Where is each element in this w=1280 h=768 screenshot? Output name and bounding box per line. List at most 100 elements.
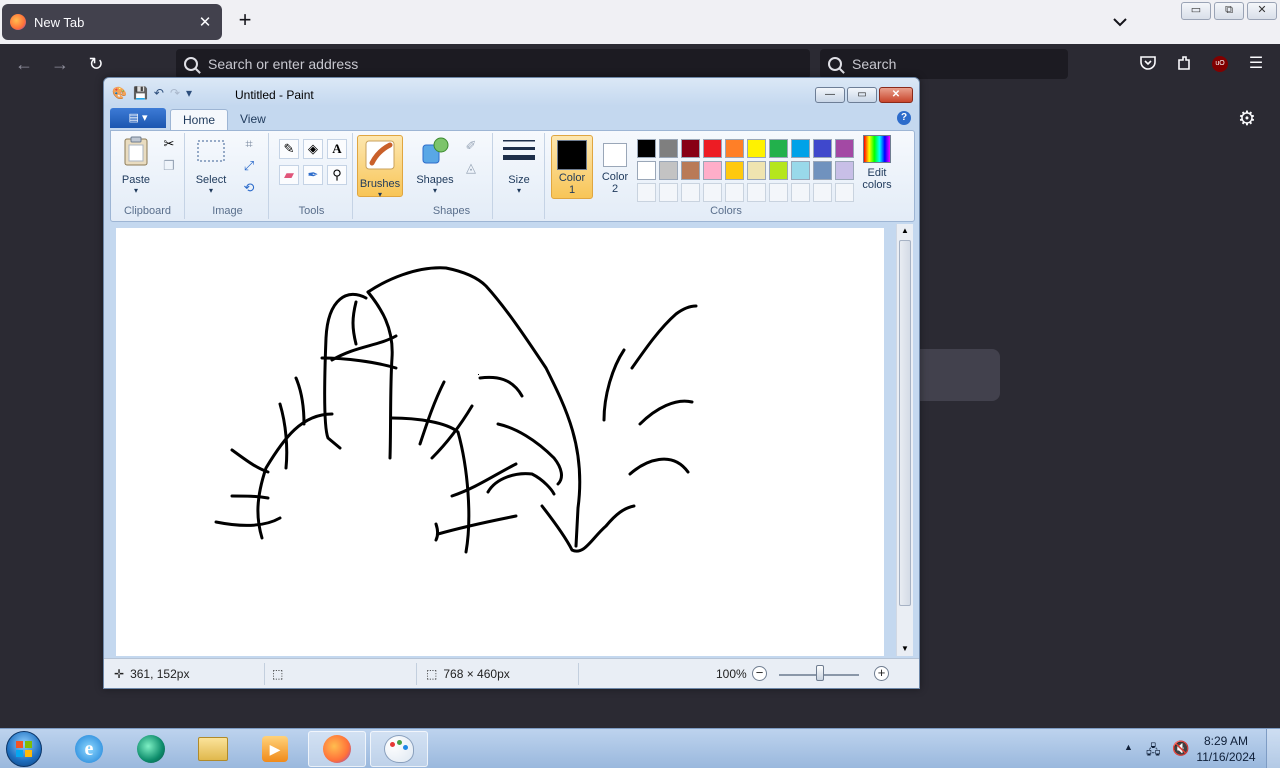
gear-icon[interactable]: ⚙: [1238, 106, 1256, 131]
new-tab-button[interactable]: +: [234, 9, 256, 32]
tab-home[interactable]: Home: [170, 109, 229, 130]
palette-swatch[interactable]: [835, 139, 854, 158]
network-icon[interactable]: 🖧: [1146, 741, 1161, 763]
palette-swatch[interactable]: [703, 139, 722, 158]
customize-qat-icon[interactable]: ▾: [186, 86, 192, 100]
palette-swatch[interactable]: [813, 139, 832, 158]
color-picker-icon[interactable]: ✒: [303, 165, 323, 185]
color1-button[interactable]: Color 1: [551, 135, 593, 199]
palette-swatch[interactable]: [725, 139, 744, 158]
palette-swatch[interactable]: [769, 161, 788, 180]
menu-icon[interactable]: ☰: [1246, 54, 1266, 74]
shapes-button[interactable]: Shapes ▾: [413, 135, 457, 195]
redo-icon[interactable]: ↷: [170, 86, 180, 100]
palette-swatch[interactable]: [637, 139, 656, 158]
zoom-in-icon[interactable]: +: [874, 666, 889, 681]
extensions-icon[interactable]: [1174, 54, 1194, 74]
vertical-scrollbar[interactable]: ▲ ▼: [896, 224, 913, 656]
custom-color-slot[interactable]: [835, 183, 854, 202]
text-tool-icon[interactable]: A: [327, 139, 347, 159]
scroll-thumb[interactable]: [899, 240, 911, 606]
palette-swatch[interactable]: [681, 139, 700, 158]
tab-view[interactable]: View: [228, 109, 278, 130]
zoom-slider-thumb[interactable]: [816, 665, 824, 681]
resize-icon[interactable]: ⤢: [239, 157, 259, 177]
volume-muted-icon[interactable]: 🔇: [1172, 740, 1189, 757]
drawing-canvas[interactable]: [116, 228, 884, 656]
pencil-icon[interactable]: ✎: [279, 139, 299, 159]
fill-bucket-icon[interactable]: ◈: [303, 139, 323, 159]
custom-color-slot[interactable]: [813, 183, 832, 202]
reload-button[interactable]: ↻: [86, 54, 106, 74]
palette-swatch[interactable]: [703, 161, 722, 180]
taskbar-firefox[interactable]: [308, 731, 366, 767]
custom-color-slot[interactable]: [681, 183, 700, 202]
show-desktop-button[interactable]: [1266, 729, 1280, 768]
palette-swatch[interactable]: [659, 139, 678, 158]
forward-button[interactable]: →: [50, 54, 70, 74]
custom-color-slot[interactable]: [659, 183, 678, 202]
magnifier-icon[interactable]: ⚲: [327, 165, 347, 185]
cut-icon[interactable]: ✂: [159, 135, 179, 155]
restore-button[interactable]: ⧉: [1214, 2, 1244, 20]
palette-swatch[interactable]: [791, 161, 810, 180]
pocket-icon[interactable]: [1138, 54, 1158, 74]
custom-color-slot[interactable]: [791, 183, 810, 202]
url-bar[interactable]: Search or enter address: [176, 49, 810, 79]
fill-icon[interactable]: ◬: [461, 159, 481, 179]
palette-swatch[interactable]: [747, 161, 766, 180]
taskbar-media-app[interactable]: [122, 731, 180, 767]
scroll-down-icon[interactable]: ▼: [897, 642, 913, 656]
new-tab-tile[interactable]: [920, 349, 1000, 401]
rotate-icon[interactable]: ⟲: [239, 179, 259, 199]
color2-button[interactable]: Color 2: [595, 135, 635, 199]
back-button[interactable]: ←: [14, 54, 34, 74]
palette-swatch[interactable]: [769, 139, 788, 158]
copy-icon[interactable]: ❐: [159, 157, 179, 177]
file-menu-button[interactable]: ▤ ▾: [110, 108, 166, 128]
chevron-down-icon[interactable]: [1110, 12, 1130, 32]
crop-icon[interactable]: ⌗: [239, 135, 259, 155]
taskbar-media-player[interactable]: ▶: [246, 731, 304, 767]
start-button[interactable]: [6, 731, 42, 767]
taskbar-paint[interactable]: [370, 731, 428, 767]
outline-icon[interactable]: ✐: [461, 137, 481, 157]
taskbar-file-explorer[interactable]: [184, 731, 242, 767]
help-icon[interactable]: ?: [897, 111, 911, 125]
paste-dropdown-icon[interactable]: ▾: [117, 186, 155, 195]
select-button[interactable]: Select ▾: [191, 135, 231, 195]
custom-color-slot[interactable]: [747, 183, 766, 202]
minimize-button[interactable]: ▭: [1181, 2, 1211, 20]
palette-swatch[interactable]: [681, 161, 700, 180]
close-window-button[interactable]: ✕: [1247, 2, 1277, 20]
show-hidden-icons-icon[interactable]: ▲: [1124, 742, 1133, 752]
palette-swatch[interactable]: [813, 161, 832, 180]
taskbar-internet-explorer[interactable]: e: [60, 731, 118, 767]
ublock-icon[interactable]: uO: [1212, 56, 1228, 72]
undo-icon[interactable]: ↶: [154, 86, 164, 100]
paste-button[interactable]: Paste ▾: [117, 135, 155, 195]
save-icon[interactable]: 💾: [133, 86, 148, 100]
custom-color-slot[interactable]: [769, 183, 788, 202]
custom-color-slot[interactable]: [637, 183, 656, 202]
paint-minimize-button[interactable]: —: [815, 87, 845, 103]
palette-swatch[interactable]: [747, 139, 766, 158]
select-dropdown-icon[interactable]: ▾: [191, 186, 231, 195]
paint-close-button[interactable]: ✕: [879, 87, 913, 103]
eraser-icon[interactable]: ▰: [279, 165, 299, 185]
palette-swatch[interactable]: [725, 161, 744, 180]
zoom-out-icon[interactable]: −: [752, 666, 767, 681]
scroll-up-icon[interactable]: ▲: [897, 224, 913, 238]
system-clock[interactable]: 8:29 AM 11/16/2024: [1196, 733, 1256, 765]
edit-colors-button[interactable]: Edit colors: [855, 135, 899, 191]
close-tab-icon[interactable]: ✕: [196, 13, 214, 31]
palette-swatch[interactable]: [835, 161, 854, 180]
custom-color-slot[interactable]: [725, 183, 744, 202]
brushes-button[interactable]: Brushes ▾: [357, 135, 403, 199]
custom-color-slot[interactable]: [703, 183, 722, 202]
paint-maximize-button[interactable]: ▭: [847, 87, 877, 103]
size-button[interactable]: Size ▾: [499, 135, 539, 195]
search-bar[interactable]: Search: [820, 49, 1068, 79]
palette-swatch[interactable]: [791, 139, 810, 158]
shapes-dropdown-icon[interactable]: ▾: [413, 186, 457, 195]
